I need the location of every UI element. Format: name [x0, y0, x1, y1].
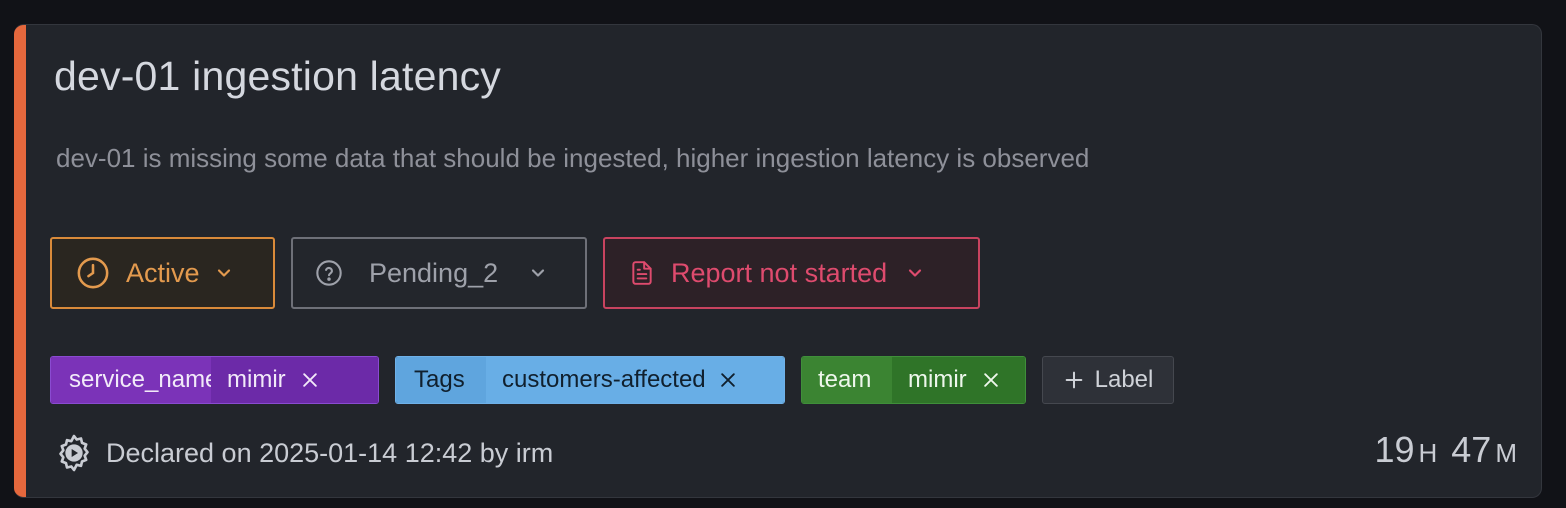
declared-info: Declared on 2025-01-14 12:42 by irm [54, 431, 553, 475]
label-value: mimir [211, 357, 378, 403]
incident-title[interactable]: dev-01 ingestion latency [54, 53, 501, 100]
status-dropdown[interactable]: Active [50, 237, 275, 309]
label-chip[interactable]: team mimir [801, 356, 1026, 404]
label-value-text: customers-affected [502, 366, 706, 393]
label-chip[interactable]: Tags customers-affected [395, 356, 785, 404]
add-label-text: Label [1094, 366, 1154, 393]
label-key: team [802, 357, 892, 403]
close-icon[interactable] [981, 370, 1001, 390]
declared-text: Declared on 2025-01-14 12:42 by irm [106, 437, 554, 468]
plus-icon [1063, 369, 1085, 391]
clock-icon [76, 256, 110, 290]
duration-hours-unit: H [1418, 438, 1438, 468]
chevron-down-icon [528, 263, 548, 283]
label-value-text: mimir [908, 366, 967, 393]
duration-minutes: 47 [1451, 429, 1492, 470]
severity-label: Pending_2 [369, 257, 499, 288]
chevron-down-icon [214, 263, 234, 283]
label-key: service_name [51, 357, 218, 403]
label-value: mimir [892, 357, 1025, 403]
close-icon[interactable] [718, 370, 738, 390]
report-dropdown[interactable]: Report not started [603, 237, 980, 309]
label-chip[interactable]: service_name mimir [50, 356, 379, 404]
document-icon [629, 259, 655, 287]
status-label: Active [126, 257, 200, 288]
duration-hours: 19 [1374, 429, 1415, 470]
incident-description[interactable]: dev-01 is missing some data that should … [56, 143, 1089, 174]
severity-dropdown[interactable]: Pending_2 [291, 237, 587, 309]
report-label: Report not started [671, 257, 888, 288]
close-icon[interactable] [300, 370, 320, 390]
gear-play-icon [54, 433, 94, 473]
incident-accent-bar [14, 25, 26, 497]
question-circle-icon [315, 259, 343, 287]
duration-minutes-unit: M [1495, 438, 1517, 468]
incident-duration: 19 H 47 M [1374, 429, 1517, 471]
add-label-button[interactable]: Label [1042, 356, 1174, 404]
label-key: Tags [396, 357, 486, 403]
label-value-text: mimir [227, 366, 286, 393]
incident-card: dev-01 ingestion latency dev-01 is missi… [14, 24, 1542, 498]
label-value: customers-affected [486, 357, 784, 403]
chevron-down-icon [905, 263, 925, 283]
